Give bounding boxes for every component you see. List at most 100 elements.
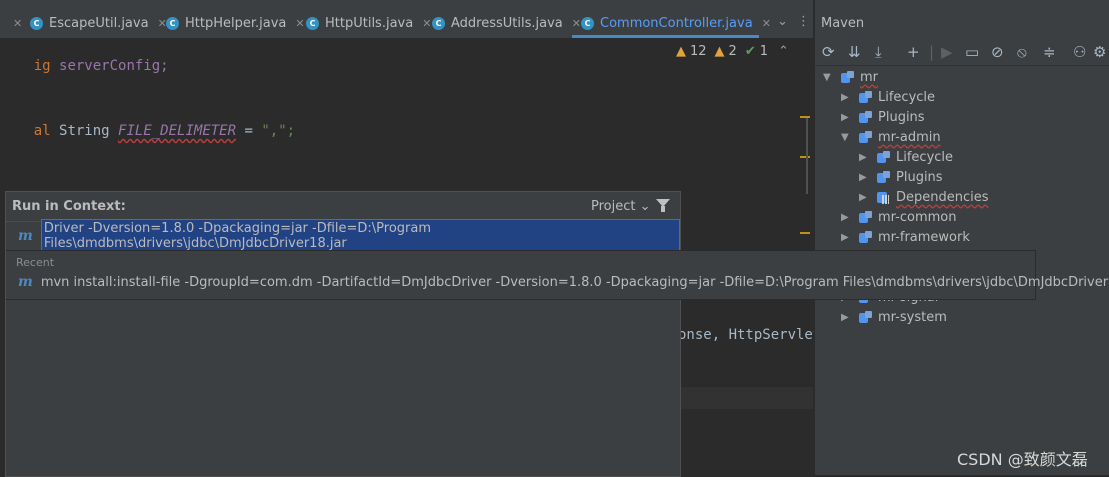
execute-goal-icon[interactable]: ▭ (965, 43, 979, 61)
code-line: ig serverConfig; (0, 42, 169, 90)
tab-httputils[interactable]: C HttpUtils.java ✕ (306, 9, 431, 37)
weak-warning-count: 2 (728, 44, 737, 59)
reload-icon[interactable]: ⟳ (822, 43, 835, 61)
java-class-icon: C (581, 16, 594, 30)
watermark: CSDN @致颜文磊 (957, 450, 1088, 469)
tab-label: HttpUtils.java (325, 15, 414, 31)
tab-label: AddressUtils.java (451, 15, 563, 31)
chevron-down-icon: ⌄ (639, 199, 651, 214)
tree-item-admin-lifecycle[interactable]: ▶ Lifecycle (859, 147, 953, 167)
run-in-context-popup: Run in Context: Project ⌄ m Driver -Dver… (5, 191, 1109, 477)
skip-tests-icon[interactable]: ⦸ (1017, 43, 1027, 61)
tree-item-label: Plugins (878, 109, 925, 125)
tree-item-label: mr-common (878, 209, 957, 225)
maven-title: Maven (821, 16, 865, 31)
maven-m-icon: m (18, 228, 33, 244)
warning-count: 12 (690, 44, 707, 59)
tree-item-label: mr (860, 69, 879, 85)
tree-item-label: mr-system (878, 309, 947, 325)
collapse-icon[interactable]: ≑ (1043, 43, 1056, 61)
recent-section: Recent m mvn install:install-file -Dgrou… (6, 250, 1109, 300)
java-class-icon: C (306, 16, 319, 30)
dependencies-icon (877, 191, 891, 204)
download-icon[interactable]: ⤓ (875, 43, 882, 61)
code-token: serverConfig; (59, 58, 169, 74)
tree-item-lifecycle[interactable]: ▶ Lifecycle (841, 87, 935, 107)
tab-commoncontroller[interactable]: C CommonController.java ✕ (581, 9, 771, 37)
chevron-right-icon[interactable]: ▶ (859, 152, 869, 163)
chevron-right-icon[interactable]: ▶ (841, 312, 851, 323)
close-icon[interactable]: ✕ (572, 17, 581, 30)
maven-module-icon (859, 210, 873, 224)
scope-dropdown[interactable]: Project ⌄ (591, 199, 651, 214)
code-token: FILE_DELIMETER (118, 123, 237, 139)
scope-label: Project (591, 199, 636, 214)
chevron-right-icon[interactable]: ▶ (841, 112, 851, 123)
maven-m-icon: m (18, 274, 33, 290)
recent-command-text: mvn install:install-file -DgroupId=com.d… (40, 274, 1109, 290)
tree-item-mr-system[interactable]: ▶ mr-system (841, 307, 947, 327)
close-icon[interactable]: ✕ (422, 17, 431, 30)
code-token: = (236, 123, 262, 139)
chevron-right-icon[interactable]: ▶ (841, 212, 851, 223)
tab-list-chevron-icon[interactable]: ⌄ (777, 14, 788, 29)
inspection-widget[interactable]: ▲ 12 ▲ 2 ✔ 1 ⌃ (676, 44, 789, 59)
reload-all-icon[interactable]: ⇊ (848, 43, 861, 61)
maven-toolbar: ⟳ ⇊ ⤓ + | ▶ ▭ ⊘ ⦸ ≑ ⚇ ⚙ (815, 39, 1109, 66)
close-icon[interactable]: ✕ (762, 17, 771, 30)
tree-item-mr-admin[interactable]: ▼ mr-admin (841, 127, 941, 147)
error-stripe-mark[interactable] (800, 116, 810, 118)
tree-item-label: mr-framework (878, 229, 970, 245)
error-stripe-mark[interactable] (800, 232, 810, 234)
recent-command-item[interactable]: m mvn install:install-file -DgroupId=com… (6, 274, 1109, 290)
tree-item-mr[interactable]: ▼ mr (823, 67, 878, 87)
close-icon[interactable]: ✕ (295, 17, 304, 30)
code-token: String (59, 123, 119, 139)
toggle-offline-icon[interactable]: ⊘ (991, 43, 1004, 61)
run-icon[interactable]: ▶ (941, 43, 953, 61)
code-line: al String FILE_DELIMETER = ","; (0, 107, 295, 155)
chevron-down-icon[interactable]: ▼ (823, 72, 833, 83)
error-stripe-mark[interactable] (800, 156, 810, 158)
tab-label: HttpHelper.java (185, 15, 287, 31)
maven-module-icon (859, 130, 873, 144)
tab-escapeutil[interactable]: C EscapeUtil.java ✕ (30, 9, 167, 37)
context-command-item[interactable]: m Driver -Dversion=1.8.0 -Dpackaging=jar… (6, 219, 680, 253)
tree-item-label: Plugins (896, 169, 943, 185)
scrollbar-thumb[interactable] (806, 118, 808, 194)
lifecycle-icon (859, 90, 873, 104)
editor-tab-bar: ✕ C EscapeUtil.java ✕ C HttpHelper.java … (0, 0, 813, 39)
tree-item-plugins[interactable]: ▶ Plugins (841, 107, 925, 127)
tree-item-admin-plugins[interactable]: ▶ Plugins (859, 167, 943, 187)
java-class-icon: C (166, 16, 179, 30)
maven-module-icon (841, 70, 855, 84)
plugins-icon (877, 170, 891, 184)
more-vertical-icon[interactable]: ⋮ (797, 14, 810, 29)
plugins-icon (859, 110, 873, 124)
tab-partial-close[interactable]: ✕ (4, 9, 22, 37)
context-command-input[interactable]: Driver -Dversion=1.8.0 -Dpackaging=jar -… (40, 219, 680, 253)
tree-item-mr-common[interactable]: ▶ mr-common (841, 207, 957, 227)
typo-count: 1 (759, 44, 769, 59)
code-line: onse, HttpServlet (678, 327, 822, 343)
lifecycle-icon (877, 150, 891, 164)
close-icon[interactable]: ✕ (13, 17, 22, 30)
weak-warning-icon: ▲ (714, 44, 725, 59)
filter-icon[interactable] (656, 199, 670, 212)
tree-item-mr-framework[interactable]: ▶ mr-framework (841, 227, 970, 247)
show-dependencies-icon[interactable]: ⚇ (1073, 43, 1086, 61)
chevron-right-icon[interactable]: ▶ (841, 92, 851, 103)
chevron-up-icon[interactable]: ⌃ (778, 44, 789, 59)
tab-addressutils[interactable]: C AddressUtils.java ✕ (432, 9, 581, 37)
chevron-right-icon[interactable]: ▶ (859, 192, 869, 203)
chevron-down-icon[interactable]: ▼ (841, 132, 851, 143)
chevron-right-icon[interactable]: ▶ (859, 172, 869, 183)
maven-module-icon (859, 230, 873, 244)
tree-item-label: Lifecycle (896, 149, 954, 165)
add-icon[interactable]: + (907, 43, 920, 61)
tree-item-admin-dependencies[interactable]: ▶ Dependencies (859, 187, 989, 207)
chevron-right-icon[interactable]: ▶ (841, 232, 851, 243)
tab-httphelper[interactable]: C HttpHelper.java ✕ (166, 9, 305, 37)
recent-label: Recent (16, 256, 55, 269)
settings-icon[interactable]: ⚙ (1093, 43, 1106, 61)
